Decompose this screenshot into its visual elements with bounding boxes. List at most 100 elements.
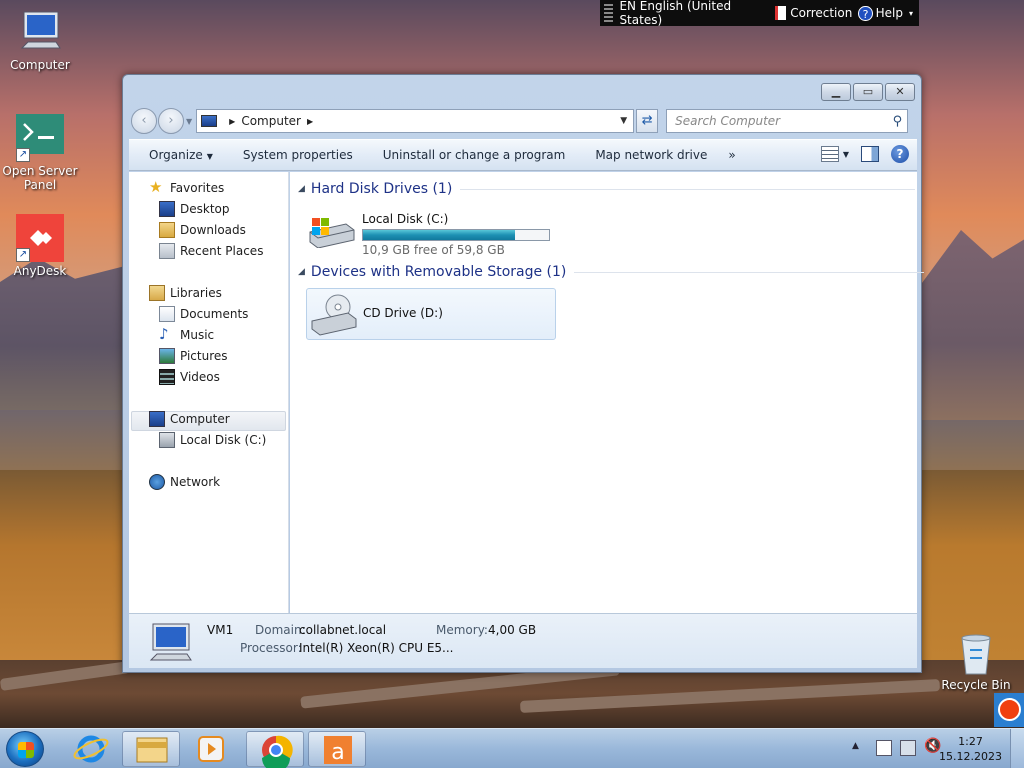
uninstall-program-button[interactable]: Uninstall or change a program (368, 148, 581, 162)
system-tray: ▲ 🔇 1:27 15.12.2023 (834, 729, 1024, 768)
star-icon: ★ (149, 178, 163, 196)
sidebar-item-label: Libraries (170, 286, 222, 300)
music-note-icon: ♪ (159, 325, 169, 343)
record-icon (998, 698, 1021, 721)
sidebar-item-label: Music (180, 328, 215, 342)
drive-usage-bar (362, 229, 550, 241)
langbar-language[interactable]: EN English (United States) (619, 0, 768, 27)
sidebar-item-videos[interactable]: Videos (159, 369, 220, 385)
taskbar-clock[interactable]: 1:27 15.12.2023 (939, 734, 1002, 764)
help-icon[interactable]: ? (891, 145, 909, 163)
taskbar-chrome[interactable] (246, 731, 304, 768)
collapse-triangle-icon[interactable]: ◢ (298, 267, 305, 277)
help-icon: ? (858, 5, 873, 21)
drive-usage-fill (363, 230, 516, 240)
system-properties-button[interactable]: System properties (228, 148, 368, 162)
start-button[interactable] (6, 731, 44, 767)
sidebar-item-recent-places[interactable]: Recent Places (159, 243, 263, 259)
sidebar-item-local-disk[interactable]: Local Disk (C:) (159, 432, 266, 448)
sidebar-item-downloads[interactable]: Downloads (159, 222, 246, 238)
desktop-wallpaper-mountain-right (919, 230, 1024, 420)
address-dropdown-icon[interactable]: ▼ (620, 116, 627, 126)
back-button[interactable]: ‹ (131, 108, 157, 134)
taskbar-internet-explorer[interactable] (62, 731, 120, 767)
sidebar-item-documents[interactable]: Documents (159, 306, 248, 322)
internet-explorer-icon (73, 735, 109, 763)
recording-indicator[interactable] (994, 693, 1024, 727)
refresh-button[interactable]: ⇄ (636, 109, 659, 133)
command-bar: Organize ▼ System properties Uninstall or… (129, 139, 917, 171)
group-header-hard-disk-drives[interactable]: ◢ Hard Disk Drives (1) (298, 181, 916, 197)
recent-pages-dropdown[interactable]: ▼ (186, 117, 192, 126)
search-icon[interactable]: ⚲ (893, 114, 903, 129)
sidebar-item-computer[interactable]: Computer (149, 411, 230, 427)
more-commands-button[interactable]: » (722, 148, 750, 162)
windows-hard-drive-icon (308, 214, 356, 251)
sidebar-item-label: Pictures (180, 349, 228, 363)
breadcrumb-chevron-icon[interactable]: ▶ (229, 117, 235, 126)
chevron-down-icon: ▼ (842, 149, 849, 159)
langbar-help[interactable]: Help (876, 6, 903, 20)
desktop-icon-open-server-panel[interactable]: ↗ Open Server Panel (0, 114, 80, 192)
network-status-icon[interactable] (900, 740, 916, 756)
sidebar-item-label: Downloads (180, 223, 246, 237)
fence-rail (0, 661, 131, 691)
forward-button[interactable]: › (158, 108, 184, 134)
sidebar-item-network[interactable]: Network (149, 474, 220, 490)
recycle-bin-icon (956, 632, 996, 676)
search-placeholder: Search Computer (675, 114, 781, 128)
sidebar-item-desktop[interactable]: Desktop (159, 201, 230, 217)
computer-icon (149, 411, 165, 427)
taskbar: a ▲ 🔇 1:27 15.12.2023 (0, 728, 1024, 768)
explorer-window: ▁ ▭ ✕ ‹ › ▼ ▶ Computer ▶ ▼ ⇄ Search Comp… (122, 74, 925, 673)
map-network-drive-button[interactable]: Map network drive (580, 148, 722, 162)
sidebar-item-libraries[interactable]: Libraries (149, 285, 222, 301)
drive-item-local-disk-c[interactable]: Local Disk (C:) 10,9 GB free of 59,8 GB (304, 202, 564, 257)
desktop-icon (159, 201, 175, 217)
address-bar[interactable]: ▶ Computer ▶ ▼ (196, 109, 635, 133)
minimize-button[interactable]: ▁ (821, 83, 851, 101)
sidebar-item-label: Network (170, 475, 221, 489)
content-pane: ◢ Hard Disk Drives (1) Local Disk (C:) 1… (290, 172, 925, 613)
drive-name: CD Drive (D:) (363, 306, 443, 320)
memory-label: Memory: (436, 623, 488, 637)
show-desktop-button[interactable] (1010, 729, 1024, 768)
sidebar-item-music[interactable]: ♪ Music (159, 327, 214, 343)
desktop-icon-computer[interactable]: Computer (0, 8, 80, 72)
organize-button[interactable]: Organize ▼ (129, 148, 228, 162)
clock-time: 1:27 (958, 735, 983, 748)
view-details-icon (820, 146, 839, 162)
langbar-grip-handle[interactable] (604, 4, 614, 22)
langbar-correction[interactable]: Correction (790, 6, 852, 20)
collapse-triangle-icon[interactable]: ◢ (298, 184, 305, 194)
close-button[interactable]: ✕ (885, 83, 915, 101)
sidebar-item-label: Videos (180, 370, 220, 384)
taskbar-anydesk-app[interactable]: a (308, 731, 366, 767)
search-input[interactable]: Search Computer ⚲ (666, 109, 909, 133)
drive-name: Local Disk (C:) (362, 212, 449, 226)
group-header-label: Devices with Removable Storage (1) (310, 264, 567, 280)
window-controls: ▁ ▭ ✕ (821, 83, 915, 101)
breadcrumb-chevron-icon[interactable]: ▶ (307, 117, 313, 126)
action-center-flag-icon[interactable] (876, 740, 892, 756)
address-location[interactable]: Computer (241, 114, 301, 128)
change-view-button[interactable]: ▼ (820, 146, 849, 162)
maximize-button[interactable]: ▭ (853, 83, 883, 101)
langbar-options-icon[interactable]: ▾ (909, 9, 913, 18)
sidebar-item-label: Desktop (180, 202, 230, 216)
show-hidden-icons-button[interactable]: ▲ (852, 741, 859, 751)
shortcut-arrow-icon: ↗ (16, 148, 30, 162)
anydesk-icon: ↗ (16, 214, 64, 262)
desktop-icon-anydesk[interactable]: ↗ AnyDesk (0, 214, 80, 278)
desktop-icon-recycle-bin[interactable]: Recycle Bin (936, 632, 1016, 692)
sidebar-item-pictures[interactable]: Pictures (159, 348, 228, 364)
group-header-removable-storage[interactable]: ◢ Devices with Removable Storage (1) (298, 264, 925, 280)
sidebar-item-favorites[interactable]: ★ Favorites (149, 180, 224, 196)
taskbar-media-player[interactable] (182, 731, 240, 767)
sidebar-item-label: Documents (180, 307, 249, 321)
drive-item-cd-drive-d[interactable]: CD Drive (D:) (306, 288, 556, 340)
address-row: ‹ › ▼ ▶ Computer ▶ ▼ ⇄ Search Computer ⚲ (131, 108, 915, 134)
taskbar-windows-explorer[interactable] (122, 731, 180, 767)
documents-icon (159, 306, 175, 322)
preview-pane-icon[interactable] (861, 146, 879, 162)
